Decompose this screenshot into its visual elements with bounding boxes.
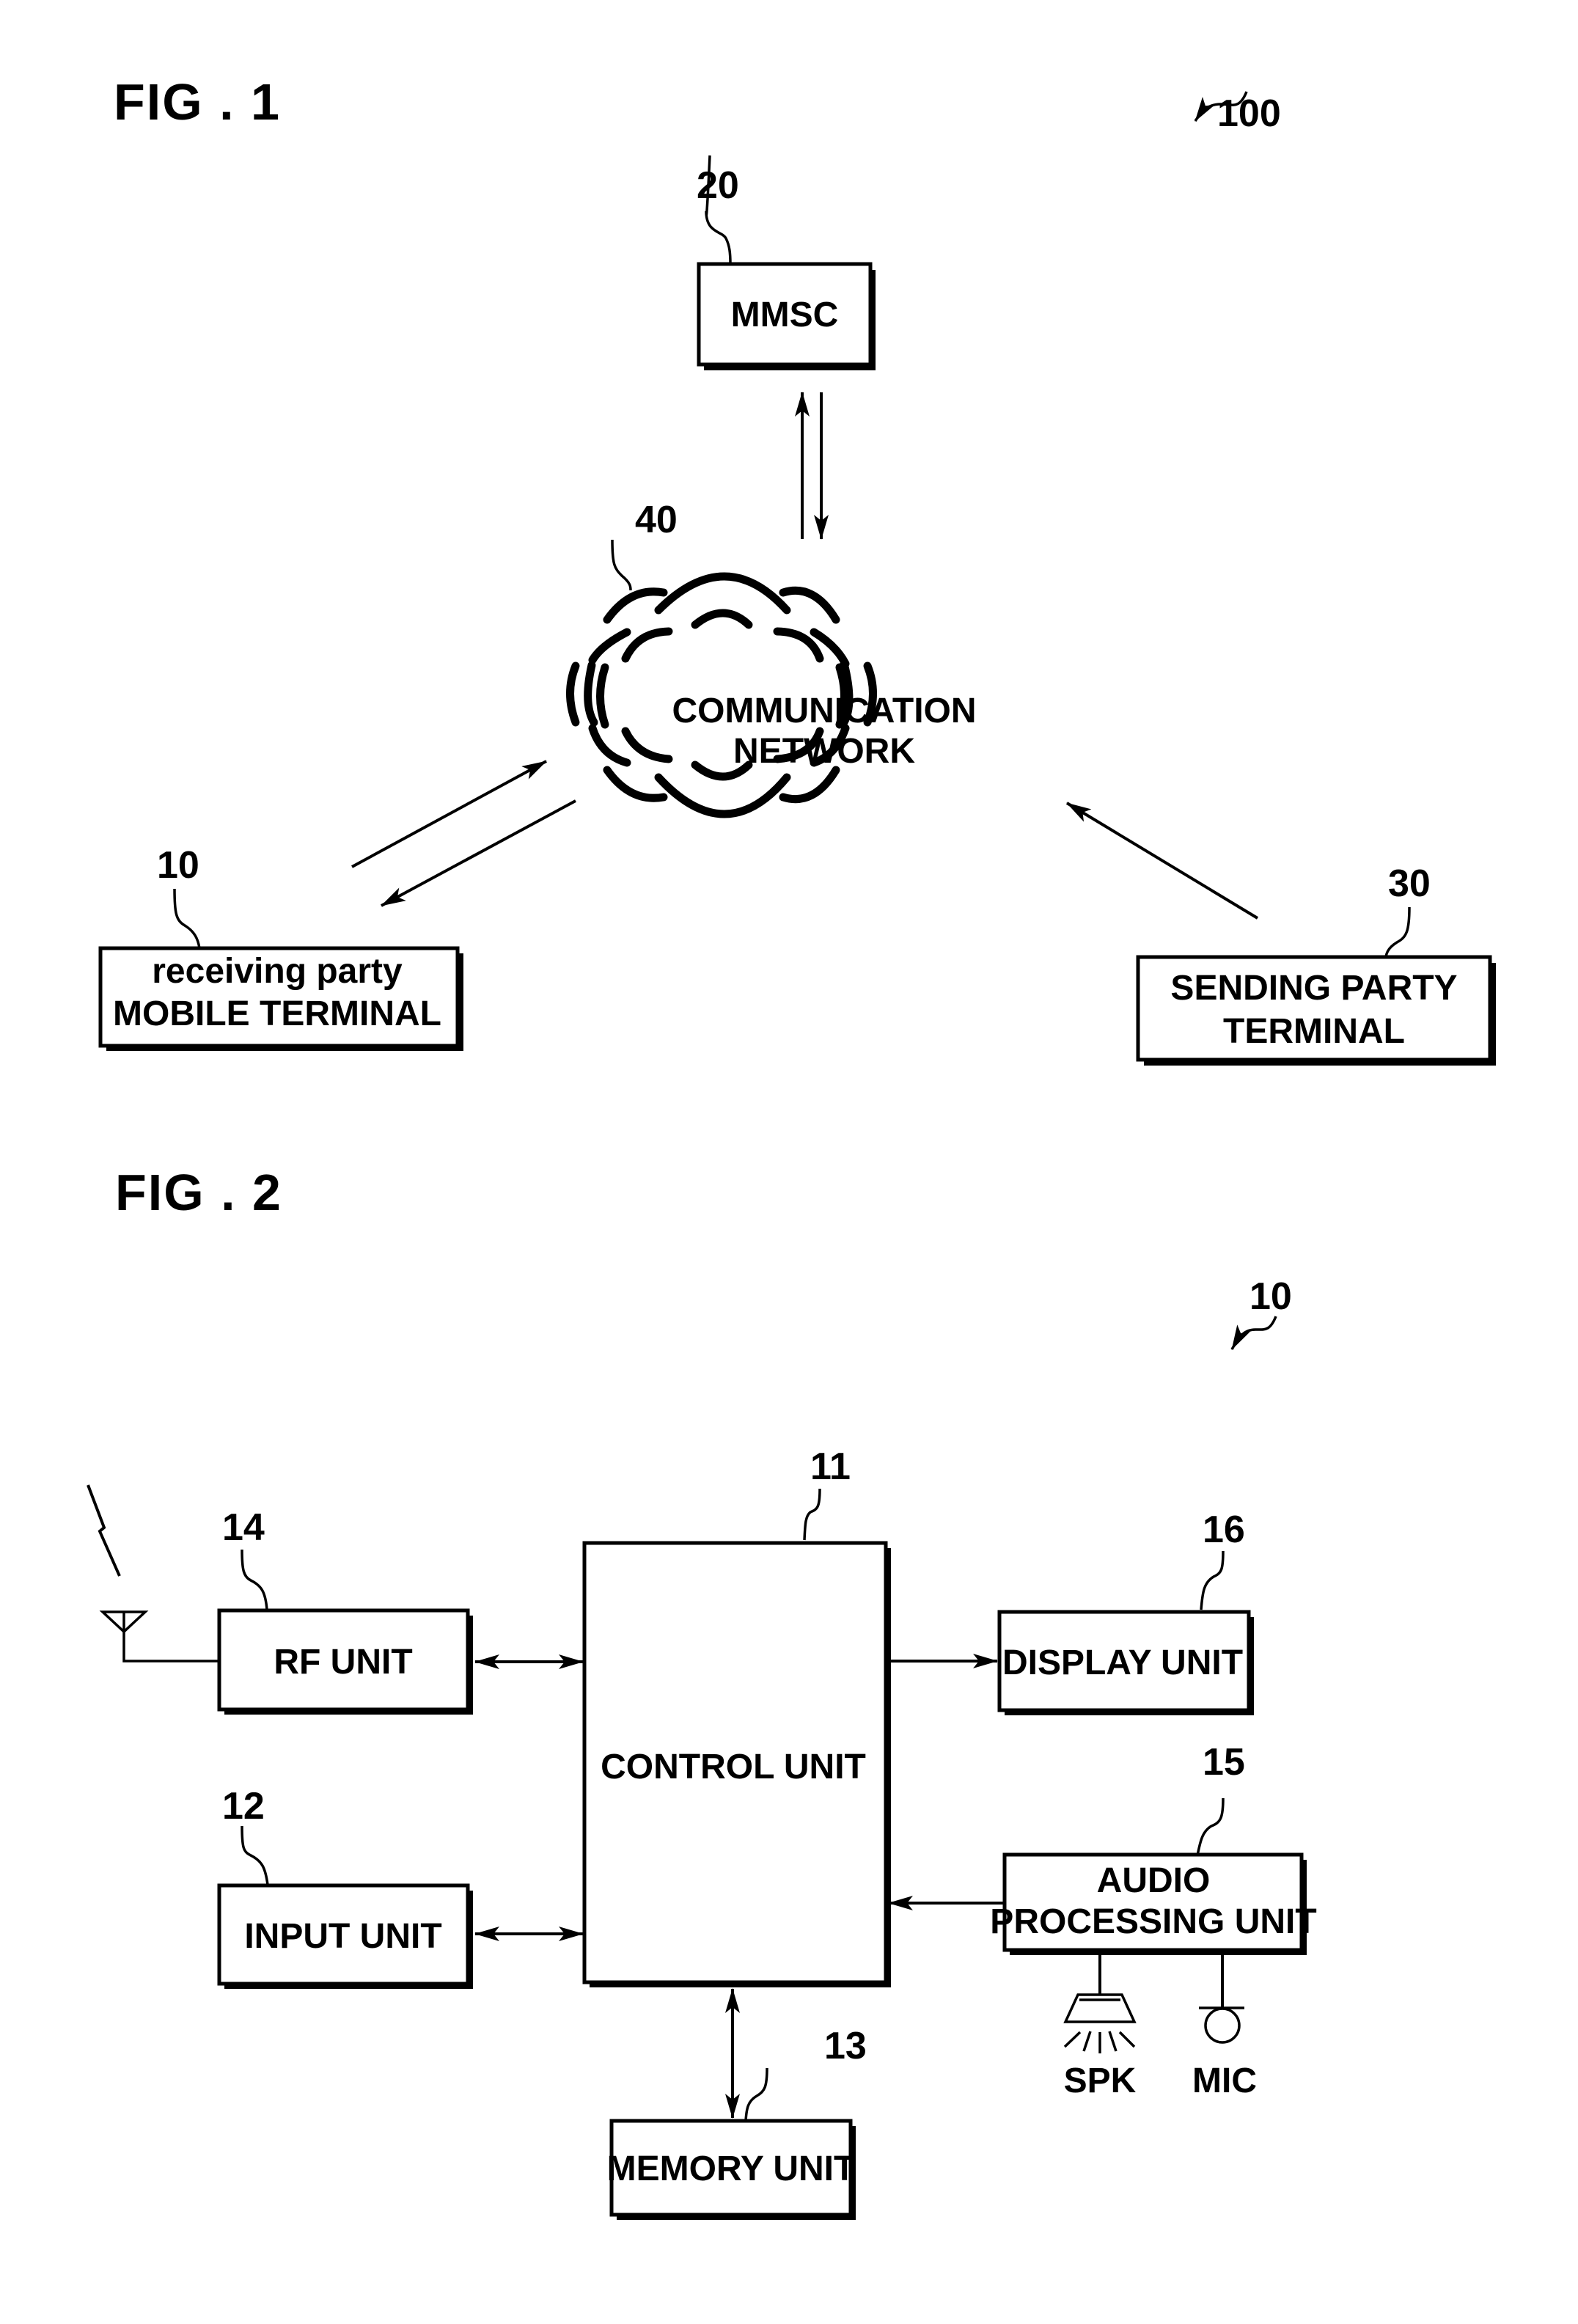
receiving-label-line2: MOBILE TERMINAL <box>113 994 441 1033</box>
input-unit-block: 12 INPUT UNIT <box>217 1785 473 1989</box>
sending-terminal-block: 30 SENDING PARTY TERMINAL <box>1136 862 1496 1066</box>
ref-number-40: 40 <box>635 499 678 541</box>
leader-line <box>1196 1797 1225 1856</box>
ref-number-15: 15 <box>1203 1741 1245 1784</box>
receiving-terminal-block: 10 receiving party MOBILE TERMINAL <box>98 844 463 1051</box>
device-reference-10: 10 <box>1230 1275 1292 1350</box>
figure-2: FIG . 2 10 11 CONTROL UNIT 14 RF UNIT 12… <box>87 1164 1317 2220</box>
speaker-icon: SPK <box>1063 1955 1137 2100</box>
lightning-signal-icon <box>87 1484 121 1577</box>
antenna-icon <box>87 1484 220 1663</box>
memory-label: MEMORY UNIT <box>607 2149 856 2188</box>
control-label: CONTROL UNIT <box>601 1748 866 1786</box>
ref-number-16: 16 <box>1203 1509 1245 1551</box>
communication-network-cloud: 40 COMMUNICATION NETWORK <box>566 499 977 818</box>
figure-1: FIG . 1 100 20 MMSC 40 COMMUNICATION NET… <box>98 73 1496 1066</box>
figure-2-title: FIG . 2 <box>115 1164 282 1221</box>
control-unit-block: 11 CONTROL UNIT <box>582 1445 891 1987</box>
display-label: DISPLAY UNIT <box>1002 1643 1243 1682</box>
ref-number-30: 30 <box>1388 862 1431 905</box>
antenna-symbol-icon <box>99 1610 149 1634</box>
ref-number-14: 14 <box>222 1506 265 1549</box>
audio-label-line2: PROCESSING UNIT <box>990 1902 1316 1941</box>
leader-line <box>1200 1550 1225 1610</box>
arrow-receiving-to-network <box>351 760 547 868</box>
ref-number-11: 11 <box>810 1445 851 1488</box>
system-reference-100: 100 <box>1194 91 1281 135</box>
ref-number-20: 20 <box>697 164 739 207</box>
ref-number-100: 100 <box>1217 92 1281 135</box>
mmsc-block: 20 MMSC <box>697 155 876 370</box>
rf-unit-block: 14 RF UNIT <box>217 1506 473 1715</box>
network-label-line2: NETWORK <box>733 732 915 771</box>
squiggle-arrow-icon <box>1230 1316 1277 1350</box>
speaker-label: SPK <box>1064 2061 1137 2100</box>
input-label: INPUT UNIT <box>244 1917 441 1956</box>
leader-line <box>744 2067 768 2122</box>
ref-number-10: 10 <box>157 844 199 887</box>
arrow-sending-to-network <box>1065 802 1259 920</box>
audio-label-line1: AUDIO <box>1097 1861 1211 1900</box>
figure-1-title: FIG . 1 <box>114 73 281 131</box>
antenna-feed-line <box>122 1632 220 1663</box>
sending-label-line2: TERMINAL <box>1223 1012 1405 1051</box>
audio-processing-unit-block: 15 AUDIO PROCESSING UNIT <box>990 1741 1317 1955</box>
memory-unit-block: 13 MEMORY UNIT <box>607 2025 867 2220</box>
display-unit-block: 16 DISPLAY UNIT <box>997 1509 1254 1715</box>
ref-number-12: 12 <box>222 1785 265 1828</box>
leader-line <box>241 1825 269 1885</box>
arrow-network-to-receiving <box>381 799 576 907</box>
microphone-icon: MIC <box>1192 1955 1257 2100</box>
receiving-label-line1: receiving party <box>152 952 403 991</box>
leader-line <box>173 888 201 949</box>
patent-drawing-sheet: FIG . 1 100 20 MMSC 40 COMMUNICATION NET… <box>87 73 1496 2220</box>
rf-label: RF UNIT <box>274 1643 412 1682</box>
mmsc-label: MMSC <box>731 296 839 334</box>
ref-number-13: 13 <box>824 2025 867 2067</box>
sending-label-line1: SENDING PARTY <box>1170 969 1457 1008</box>
leader-line <box>241 1549 268 1610</box>
leader-line <box>611 539 632 591</box>
ref-number-device-10: 10 <box>1249 1275 1292 1318</box>
leader-line <box>803 1488 821 1541</box>
network-label-line1: COMMUNICATION <box>672 692 976 730</box>
microphone-label: MIC <box>1192 2061 1257 2100</box>
